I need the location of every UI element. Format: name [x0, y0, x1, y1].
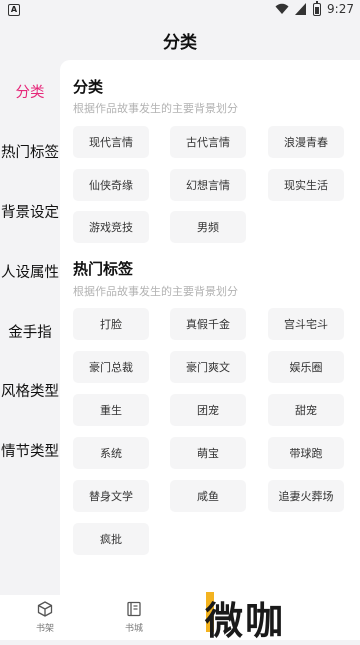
chip-tag[interactable]: 游戏竞技: [73, 211, 149, 243]
sidebar-item-plot[interactable]: 情节类型: [0, 440, 60, 461]
chip-tag[interactable]: 重生: [73, 394, 149, 426]
nav-bookstore[interactable]: 书城: [114, 601, 154, 634]
chip-tag[interactable]: 萌宝: [170, 437, 246, 469]
wifi-icon: [275, 3, 289, 14]
chip-tag[interactable]: 豪门总裁: [73, 351, 149, 383]
sidebar-item-hot-tags[interactable]: 热门标签: [0, 141, 60, 162]
chip-tag[interactable]: 疯批: [73, 523, 149, 555]
nav-bookstore-label: 书城: [124, 624, 143, 634]
section-title: 分类: [73, 78, 104, 96]
chip-tag[interactable]: 追妻火葬场: [268, 480, 344, 512]
section-subtitle: 根据作品故事发生的主要背景划分: [73, 285, 238, 298]
section-subtitle: 根据作品故事发生的主要背景划分: [73, 102, 238, 115]
chip-tag[interactable]: 系统: [73, 437, 149, 469]
sidebar-item-character[interactable]: 人设属性: [0, 261, 60, 282]
status-bar: A 9:27: [0, 0, 360, 20]
cube-icon: [37, 601, 53, 617]
sidebar-item-fenlei[interactable]: 分类: [0, 81, 60, 102]
page-title: 分类: [163, 33, 197, 53]
nav-bookshelf[interactable]: 书架: [25, 601, 65, 634]
content-panel: 分类 根据作品故事发生的主要背景划分 现代言情 古代言情 浪漫青春 仙侠奇缘 幻…: [60, 60, 360, 640]
chip-tag[interactable]: 带球跑: [268, 437, 344, 469]
chip-tag[interactable]: 现代言情: [73, 126, 149, 158]
clock: 9:27: [327, 2, 354, 16]
sidebar-item-golden-finger[interactable]: 金手指: [0, 321, 60, 342]
chip-tag[interactable]: 豪门爽文: [170, 351, 246, 383]
chip-tag[interactable]: 古代言情: [170, 126, 246, 158]
chip-tag[interactable]: 团宠: [170, 394, 246, 426]
chip-tag[interactable]: 男频: [170, 211, 246, 243]
sidebar-item-background[interactable]: 背景设定: [0, 201, 60, 222]
chip-tag[interactable]: 替身文学: [73, 480, 149, 512]
chip-tag[interactable]: 现实生活: [268, 169, 344, 201]
chip-tag[interactable]: 真假千金: [170, 308, 246, 340]
chip-tag[interactable]: 仙侠奇缘: [73, 169, 149, 201]
chip-tag[interactable]: 咸鱼: [170, 480, 246, 512]
notification-a-icon: A: [8, 4, 20, 16]
nav-bookshelf-label: 书架: [35, 624, 54, 634]
status-icons: 9:27: [275, 0, 354, 16]
sidebar-item-style[interactable]: 风格类型: [0, 380, 60, 401]
bottom-nav: 书架 书城: [0, 595, 160, 640]
chip-tag[interactable]: 浪漫青春: [268, 126, 344, 158]
chip-tag[interactable]: 宫斗宅斗: [268, 308, 344, 340]
watermark-logo: 微咖: [205, 599, 286, 643]
chip-tag[interactable]: 打脸: [73, 308, 149, 340]
chip-tag[interactable]: 娱乐圈: [268, 351, 344, 383]
book-icon: [127, 601, 141, 617]
chip-tag[interactable]: 甜宠: [268, 394, 344, 426]
signal-icon: [295, 3, 307, 15]
section-title: 热门标签: [73, 260, 134, 278]
battery-icon: [313, 0, 322, 16]
chip-tag[interactable]: 幻想言情: [170, 169, 246, 201]
